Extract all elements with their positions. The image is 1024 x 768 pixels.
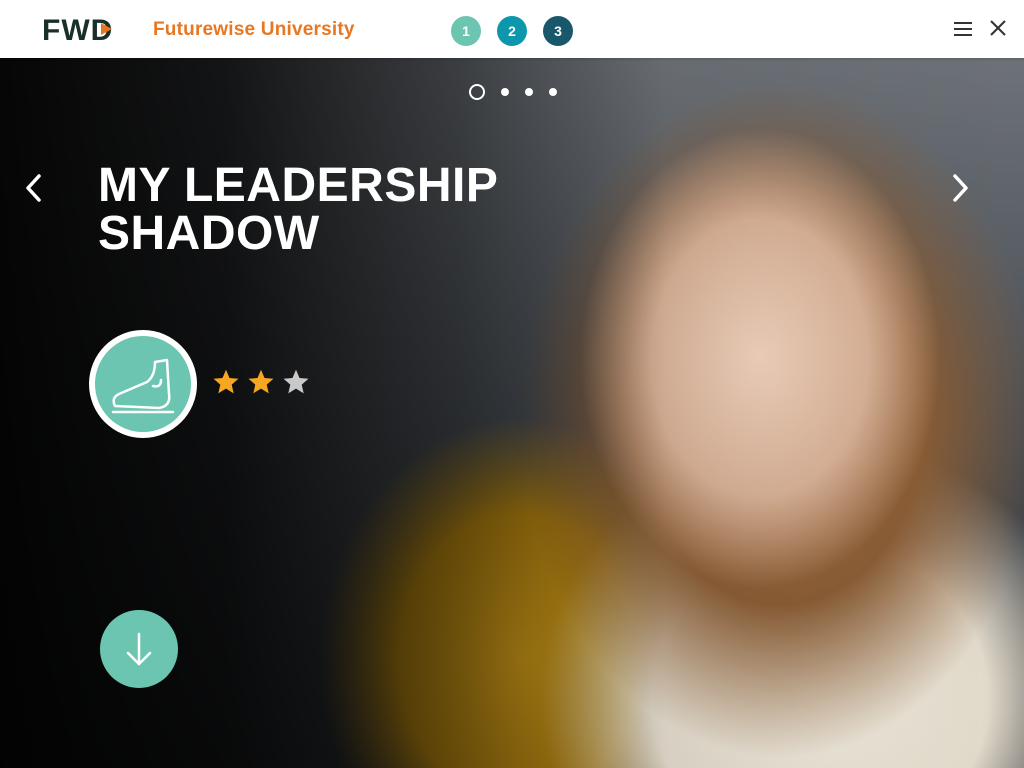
fwd-logo: FWD (42, 14, 112, 44)
close-icon[interactable] (988, 18, 1008, 38)
carousel-pager (469, 84, 557, 100)
hamburger-menu-icon[interactable] (952, 18, 974, 40)
hero-banner: MY LEADERSHIP SHADOW (0, 58, 1024, 768)
rating-stars (211, 368, 311, 396)
step-3-button[interactable]: 3 (543, 16, 573, 46)
footprint-icon (111, 358, 175, 414)
arrow-down-icon (126, 632, 152, 666)
pager-dot-1[interactable] (469, 84, 485, 100)
previous-slide-icon[interactable] (20, 170, 50, 206)
star-empty-icon (283, 369, 309, 394)
pager-dot-4[interactable] (549, 88, 557, 96)
step-indicator: 1 2 3 (451, 16, 573, 46)
star-filled-icon (213, 369, 239, 394)
star-filled-icon (248, 369, 274, 394)
next-slide-icon[interactable] (944, 170, 974, 206)
badge-circle (95, 336, 191, 432)
module-badge (89, 330, 197, 438)
scroll-down-button[interactable] (100, 610, 178, 688)
step-1-button[interactable]: 1 (451, 16, 481, 46)
brand-title: Futurewise University (153, 19, 355, 40)
page-title: MY LEADERSHIP SHADOW (98, 159, 498, 260)
pager-dot-3[interactable] (525, 88, 533, 96)
step-2-button[interactable]: 2 (497, 16, 527, 46)
top-header: FWD Futurewise University 1 2 3 (0, 0, 1024, 58)
pager-dot-2[interactable] (501, 88, 509, 96)
